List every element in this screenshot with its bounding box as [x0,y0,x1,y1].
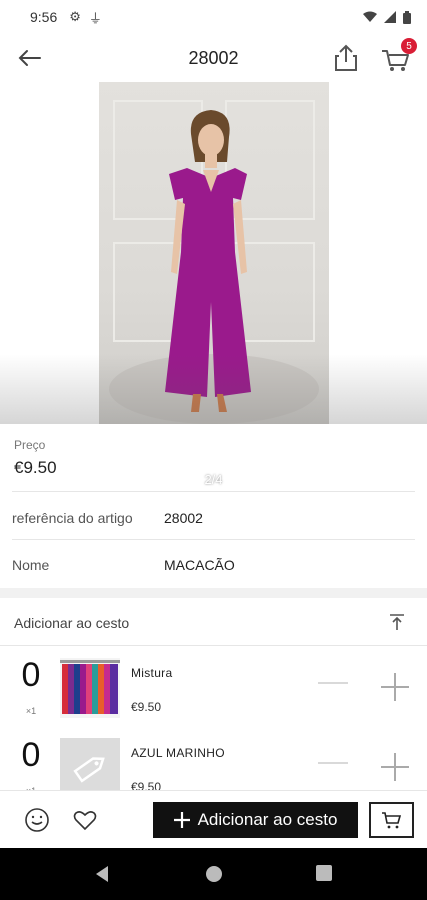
back-arrow-icon[interactable] [14,43,44,73]
variant-name: AZUL MARINHO [131,746,225,760]
variant-name: Mistura [131,666,173,680]
status-time: 9:56 [30,9,58,25]
add-to-basket-label: Adicionar ao cesto [197,810,338,829]
view-cart-button[interactable] [369,802,414,838]
name-label: Nome [12,557,50,573]
signal-icon [384,11,396,23]
settings-status-icon: ⚙ [69,9,81,24]
divider [12,491,415,492]
share-icon[interactable] [331,42,361,74]
add-icon [173,812,190,828]
variant-row: 0 ×1 Mistura €9.50 [0,650,427,730]
plus-icon[interactable] [380,672,410,702]
price-label: Preço [14,438,46,452]
gallery-shade [0,354,427,424]
section-gap [0,588,427,598]
status-bar: 9:56 ⚙ ⏚ [0,0,427,34]
variant-price: €9.50 [131,700,162,714]
wifi-icon [363,11,377,22]
price-value: €9.50 [14,458,57,477]
battery-icon [403,10,411,24]
add-to-basket-button[interactable]: Adicionar ao cesto [153,802,358,838]
add-to-basket-title: Adicionar ao cesto [14,615,130,631]
usb-status-icon: ⏚ [88,10,102,26]
reference-value: 28002 [164,510,203,526]
reference-label: referência do artigo [12,510,133,526]
nav-back-icon[interactable] [94,865,110,883]
minus-icon[interactable] [318,682,348,684]
system-nav-bar [0,848,427,900]
cart-badge: 5 [401,38,417,54]
product-gallery[interactable]: 2/4 [0,82,427,487]
add-to-basket-header: Adicionar ao cesto [0,598,427,646]
variant-thumbnail[interactable] [60,738,120,798]
bottom-action-bar: Adicionar ao cesto [0,790,427,848]
divider [12,539,415,540]
cart-outline-icon [381,812,401,829]
name-value: MACACÃO [164,557,235,573]
collapse-top-icon[interactable] [387,612,407,632]
variant-quantity: 0 [21,656,41,694]
plus-icon[interactable] [380,752,410,782]
nav-recents-icon[interactable] [316,865,332,881]
chat-icon[interactable] [24,807,50,833]
page-title: 28002 [188,47,239,68]
variant-quantity: 0 [21,736,41,774]
variant-thumbnail[interactable] [60,658,120,718]
nav-home-icon[interactable] [205,865,223,883]
app-bar: 28002 5 [0,34,427,82]
heart-icon[interactable] [72,807,98,833]
variant-multiplier: ×1 [25,706,37,716]
gallery-pager: 2/4 [204,472,223,487]
minus-icon[interactable] [318,762,348,764]
